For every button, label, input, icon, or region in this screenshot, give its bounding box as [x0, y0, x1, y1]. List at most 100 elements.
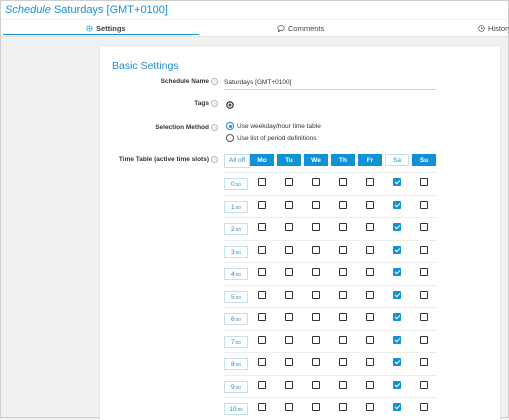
- time-slot-checkbox[interactable]: [339, 290, 347, 299]
- time-slot-checkbox[interactable]: [366, 200, 374, 209]
- day-toggle-we[interactable]: We: [304, 154, 328, 166]
- time-slot-checkbox[interactable]: [312, 178, 320, 186]
- time-slot-checkbox[interactable]: [285, 245, 293, 254]
- time-slot-checkbox[interactable]: [366, 335, 374, 344]
- time-slot-checkbox[interactable]: [285, 380, 293, 389]
- help-icon[interactable]: ?: [211, 156, 218, 163]
- time-slot-checkbox[interactable]: [366, 403, 374, 411]
- time-slot-checkbox[interactable]: [420, 335, 428, 344]
- time-slot-checkbox[interactable]: [393, 313, 401, 321]
- time-slot-checkbox[interactable]: [366, 223, 374, 231]
- time-slot-checkbox[interactable]: [312, 380, 320, 389]
- time-slot-checkbox[interactable]: [339, 403, 347, 411]
- time-slot-checkbox[interactable]: [258, 245, 266, 254]
- hour-toggle-button[interactable]: 3:00: [224, 245, 248, 258]
- time-slot-checkbox[interactable]: [312, 200, 320, 209]
- time-slot-checkbox[interactable]: [393, 245, 401, 254]
- time-slot-checkbox[interactable]: [339, 335, 347, 344]
- hour-toggle-button[interactable]: 2:00: [224, 223, 248, 235]
- day-toggle-su[interactable]: Su: [412, 154, 436, 166]
- day-toggle-tu[interactable]: Tu: [277, 154, 301, 166]
- time-slot-checkbox[interactable]: [339, 245, 347, 254]
- time-slot-checkbox[interactable]: [312, 245, 320, 254]
- radio-period-definitions[interactable]: Use list of period definitions: [226, 134, 317, 142]
- time-slot-checkbox[interactable]: [258, 403, 266, 411]
- time-slot-checkbox[interactable]: [393, 380, 401, 389]
- all-off-button[interactable]: All off: [224, 154, 250, 168]
- time-slot-checkbox[interactable]: [258, 313, 266, 321]
- time-slot-checkbox[interactable]: [420, 403, 428, 411]
- day-toggle-sa[interactable]: Sa: [385, 154, 409, 166]
- day-toggle-mo[interactable]: Mo: [250, 154, 274, 166]
- tab-history[interactable]: History: [478, 22, 509, 34]
- time-slot-checkbox[interactable]: [258, 358, 266, 366]
- time-slot-checkbox[interactable]: [312, 358, 320, 366]
- hour-toggle-button[interactable]: 4:00: [224, 268, 248, 280]
- time-slot-checkbox[interactable]: [393, 178, 401, 186]
- time-slot-checkbox[interactable]: [258, 335, 266, 344]
- radio-button[interactable]: [226, 122, 234, 130]
- day-toggle-th[interactable]: Th: [331, 154, 355, 166]
- help-icon[interactable]: ?: [211, 100, 218, 107]
- time-slot-checkbox[interactable]: [393, 268, 401, 276]
- hour-toggle-button[interactable]: 1:00: [224, 200, 248, 213]
- time-slot-checkbox[interactable]: [312, 290, 320, 299]
- day-toggle-fr[interactable]: Fr: [358, 154, 382, 166]
- time-slot-checkbox[interactable]: [285, 200, 293, 209]
- schedule-name-input[interactable]: [224, 76, 436, 90]
- time-slot-checkbox[interactable]: [258, 290, 266, 299]
- time-slot-checkbox[interactable]: [420, 268, 428, 276]
- time-slot-checkbox[interactable]: [339, 313, 347, 321]
- tab-comments[interactable]: Comments: [277, 22, 324, 34]
- time-slot-checkbox[interactable]: [258, 268, 266, 276]
- time-slot-checkbox[interactable]: [366, 290, 374, 299]
- time-slot-checkbox[interactable]: [285, 268, 293, 276]
- time-slot-checkbox[interactable]: [393, 403, 401, 411]
- time-slot-checkbox[interactable]: [393, 358, 401, 366]
- time-slot-checkbox[interactable]: [258, 200, 266, 209]
- time-slot-checkbox[interactable]: [393, 200, 401, 209]
- help-icon[interactable]: ?: [211, 124, 218, 131]
- time-slot-checkbox[interactable]: [420, 200, 428, 209]
- time-slot-checkbox[interactable]: [312, 335, 320, 344]
- time-slot-checkbox[interactable]: [366, 313, 374, 321]
- time-slot-checkbox[interactable]: [285, 178, 293, 186]
- time-slot-checkbox[interactable]: [420, 380, 428, 389]
- time-slot-checkbox[interactable]: [339, 200, 347, 209]
- time-slot-checkbox[interactable]: [366, 245, 374, 254]
- time-slot-checkbox[interactable]: [258, 223, 266, 231]
- time-slot-checkbox[interactable]: [285, 290, 293, 299]
- help-icon[interactable]: ?: [211, 78, 218, 85]
- radio-weekday-table[interactable]: Use weekday/hour time table: [226, 122, 321, 130]
- time-slot-checkbox[interactable]: [285, 313, 293, 321]
- hour-toggle-button[interactable]: 8:00: [224, 358, 248, 370]
- time-slot-checkbox[interactable]: [285, 403, 293, 411]
- time-slot-checkbox[interactable]: [366, 178, 374, 186]
- time-slot-checkbox[interactable]: [420, 223, 428, 231]
- time-slot-checkbox[interactable]: [420, 290, 428, 299]
- time-slot-checkbox[interactable]: [312, 403, 320, 411]
- time-slot-checkbox[interactable]: [339, 223, 347, 231]
- time-slot-checkbox[interactable]: [393, 223, 401, 231]
- time-slot-checkbox[interactable]: [366, 358, 374, 366]
- time-slot-checkbox[interactable]: [420, 313, 428, 321]
- time-slot-checkbox[interactable]: [258, 178, 266, 186]
- radio-button[interactable]: [226, 134, 234, 142]
- time-slot-checkbox[interactable]: [285, 335, 293, 344]
- hour-toggle-button[interactable]: 7:00: [224, 335, 248, 348]
- time-slot-checkbox[interactable]: [312, 313, 320, 321]
- time-slot-checkbox[interactable]: [366, 380, 374, 389]
- tab-settings[interactable]: Settings: [86, 22, 126, 34]
- time-slot-checkbox[interactable]: [420, 178, 428, 186]
- time-slot-checkbox[interactable]: [420, 358, 428, 366]
- time-slot-checkbox[interactable]: [312, 223, 320, 231]
- time-slot-checkbox[interactable]: [339, 358, 347, 366]
- time-slot-checkbox[interactable]: [393, 290, 401, 299]
- hour-toggle-button[interactable]: 6:00: [224, 313, 248, 325]
- time-slot-checkbox[interactable]: [393, 335, 401, 344]
- time-slot-checkbox[interactable]: [312, 268, 320, 276]
- hour-toggle-button[interactable]: 5:00: [224, 290, 248, 303]
- time-slot-checkbox[interactable]: [285, 223, 293, 231]
- time-slot-checkbox[interactable]: [339, 380, 347, 389]
- hour-toggle-button[interactable]: 0:00: [224, 178, 248, 190]
